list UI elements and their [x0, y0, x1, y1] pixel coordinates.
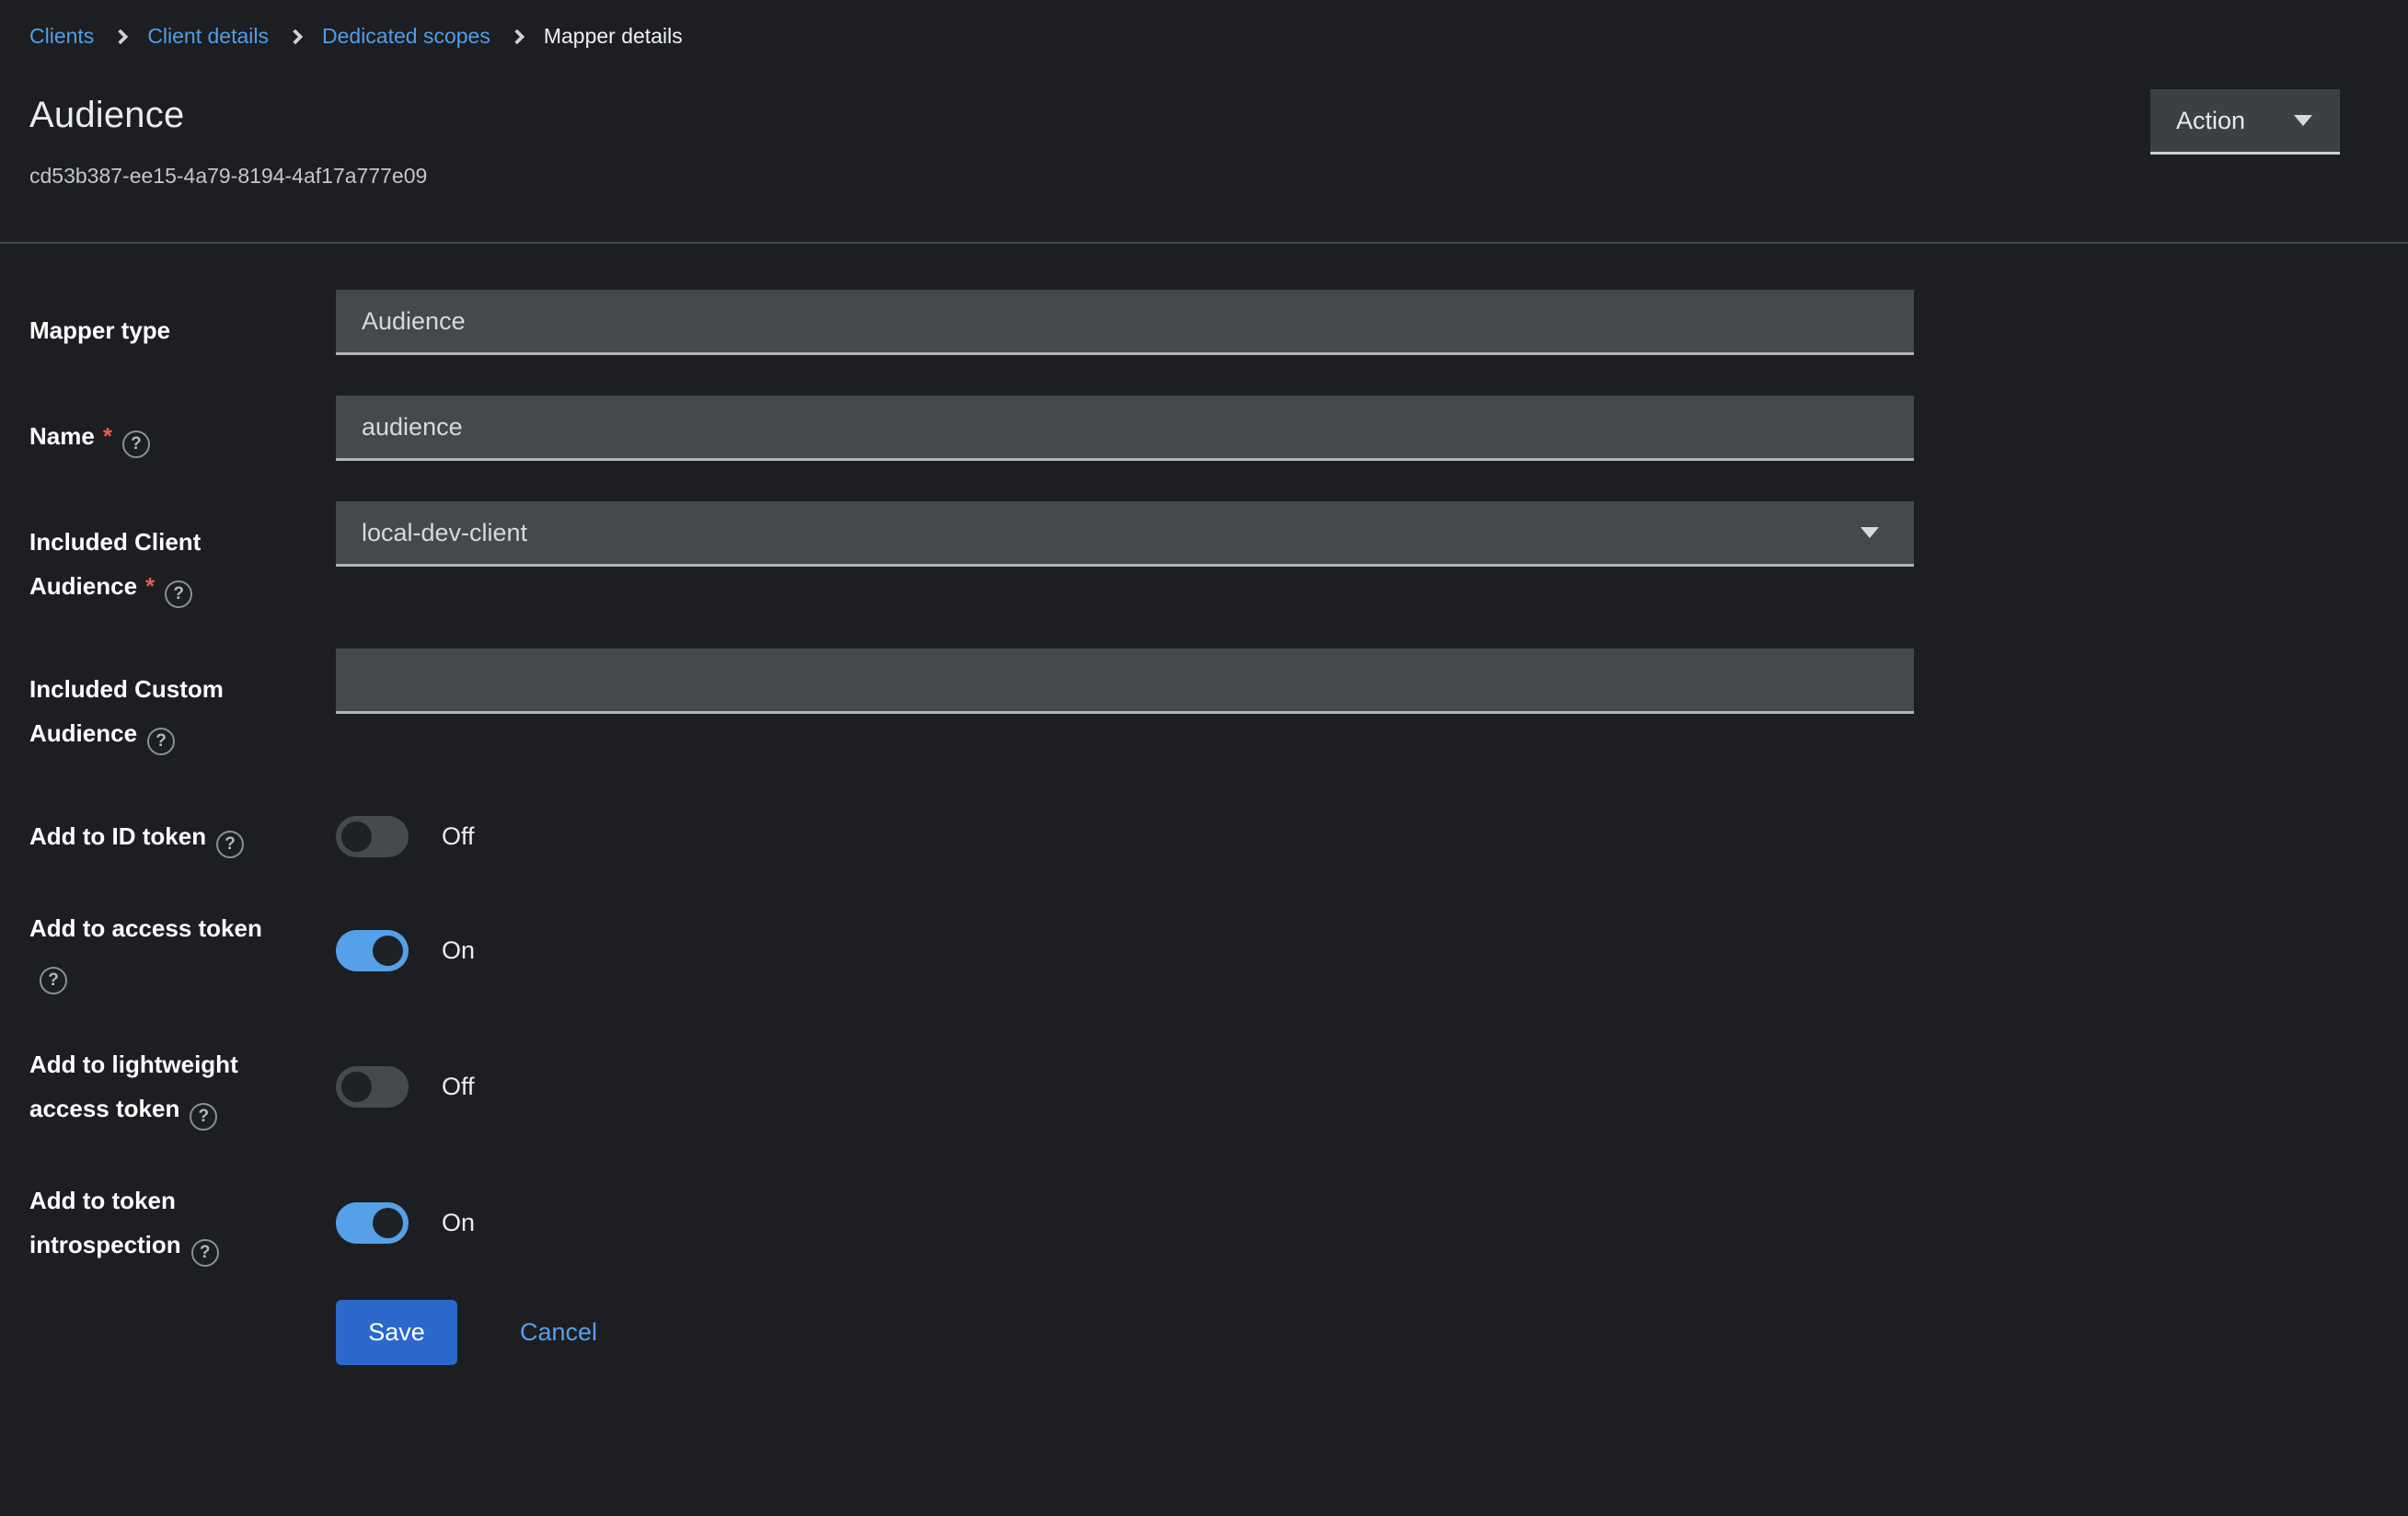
field-label-mapper-type: Mapper type	[29, 290, 336, 355]
add-to-id-token-switch[interactable]	[336, 816, 409, 857]
mapper-form: Mapper type Name *? Included Client Audie…	[29, 246, 1914, 1365]
field-label-text: Add to token introspection	[29, 1187, 181, 1258]
field-label-included-custom-audience: Included Custom Audience?	[29, 649, 336, 755]
included-client-audience-select[interactable]: local-dev-client	[336, 501, 1914, 567]
switch-knob	[373, 1208, 403, 1238]
included-custom-audience-input[interactable]	[336, 649, 1914, 714]
chevron-right-icon	[509, 29, 524, 44]
form-row-included-client-audience: Included Client Audience*? local-dev-cli…	[29, 501, 1914, 608]
form-row-included-custom-audience: Included Custom Audience?	[29, 649, 1914, 755]
help-icon[interactable]: ?	[40, 967, 67, 994]
field-control: local-dev-client	[336, 501, 1914, 608]
save-button[interactable]: Save	[336, 1300, 457, 1365]
field-label-add-to-token-introspection: Add to token introspection?	[29, 1160, 336, 1267]
switch-knob	[341, 821, 372, 852]
action-dropdown-button[interactable]: Action	[2150, 89, 2340, 155]
field-control: Save Cancel	[336, 1300, 1914, 1365]
field-label-text: Included Custom Audience	[29, 675, 224, 747]
form-row-name: Name *?	[29, 396, 1914, 461]
help-icon[interactable]: ?	[165, 580, 192, 608]
help-icon[interactable]: ?	[190, 1103, 217, 1131]
field-control: On	[336, 1160, 1914, 1267]
field-control	[336, 290, 1914, 355]
name-input[interactable]	[336, 396, 1914, 461]
required-asterisk: *	[103, 422, 112, 450]
breadcrumb-link-clients[interactable]: Clients	[29, 24, 94, 49]
field-control	[336, 649, 1914, 755]
form-actions: Save Cancel	[29, 1300, 1914, 1365]
field-label-add-to-lightweight-access-token: Add to lightweight access token?	[29, 1024, 336, 1131]
action-dropdown-label: Action	[2176, 107, 2245, 135]
field-label-text: Mapper type	[29, 316, 170, 344]
add-to-access-token-switch[interactable]	[336, 930, 409, 971]
breadcrumb-current-mapper-details: Mapper details	[544, 24, 683, 49]
field-label-text: Add to access token	[29, 914, 262, 942]
field-control: Off	[336, 1024, 1914, 1131]
help-icon[interactable]: ?	[216, 831, 244, 858]
help-icon[interactable]: ?	[191, 1239, 219, 1267]
breadcrumb-link-client-details[interactable]: Client details	[147, 24, 269, 49]
field-control: Off	[336, 796, 1914, 858]
field-label-add-to-access-token: Add to access token?	[29, 888, 336, 994]
form-row-add-to-lightweight-access-token: Add to lightweight access token? Off	[29, 1024, 1914, 1131]
help-icon[interactable]: ?	[122, 431, 150, 458]
field-control: On	[336, 888, 1914, 994]
caret-down-icon	[1861, 527, 1879, 538]
mapper-type-input[interactable]	[336, 290, 1914, 355]
breadcrumb-link-dedicated-scopes[interactable]: Dedicated scopes	[322, 24, 490, 49]
caret-down-icon	[2294, 115, 2312, 126]
chevron-right-icon	[288, 29, 304, 44]
form-row-mapper-type: Mapper type	[29, 290, 1914, 355]
form-row-add-to-token-introspection: Add to token introspection? On	[29, 1160, 1914, 1267]
field-label-text: Add to ID token	[29, 822, 206, 850]
page-title: Audience	[29, 95, 184, 136]
breadcrumb: Clients Client details Dedicated scopes …	[29, 24, 683, 49]
chevron-right-icon	[113, 29, 129, 44]
switch-state-label: On	[442, 936, 475, 965]
switch-state-label: On	[442, 1209, 475, 1237]
actions-spacer	[29, 1300, 336, 1365]
field-label-included-client-audience: Included Client Audience*?	[29, 501, 336, 608]
switch-state-label: Off	[442, 822, 475, 851]
switch-knob	[341, 1072, 372, 1102]
required-asterisk: *	[145, 572, 155, 600]
selected-option-label: local-dev-client	[362, 519, 527, 547]
client-id-subtitle: cd53b387-ee15-4a79-8194-4af17a777e09	[29, 164, 427, 189]
page-header: Clients Client details Dedicated scopes …	[0, 0, 2408, 244]
field-label-add-to-id-token: Add to ID token?	[29, 796, 336, 858]
add-to-lightweight-access-token-switch[interactable]	[336, 1066, 409, 1108]
form-row-add-to-id-token: Add to ID token? Off	[29, 796, 1914, 858]
switch-state-label: Off	[442, 1073, 475, 1101]
help-icon[interactable]: ?	[147, 728, 175, 755]
field-control	[336, 396, 1914, 461]
add-to-token-introspection-switch[interactable]	[336, 1202, 409, 1244]
form-row-add-to-access-token: Add to access token? On	[29, 888, 1914, 994]
field-label-name: Name *?	[29, 396, 336, 461]
cancel-link[interactable]: Cancel	[520, 1318, 597, 1347]
field-label-text: Name	[29, 422, 95, 450]
switch-knob	[373, 936, 403, 966]
